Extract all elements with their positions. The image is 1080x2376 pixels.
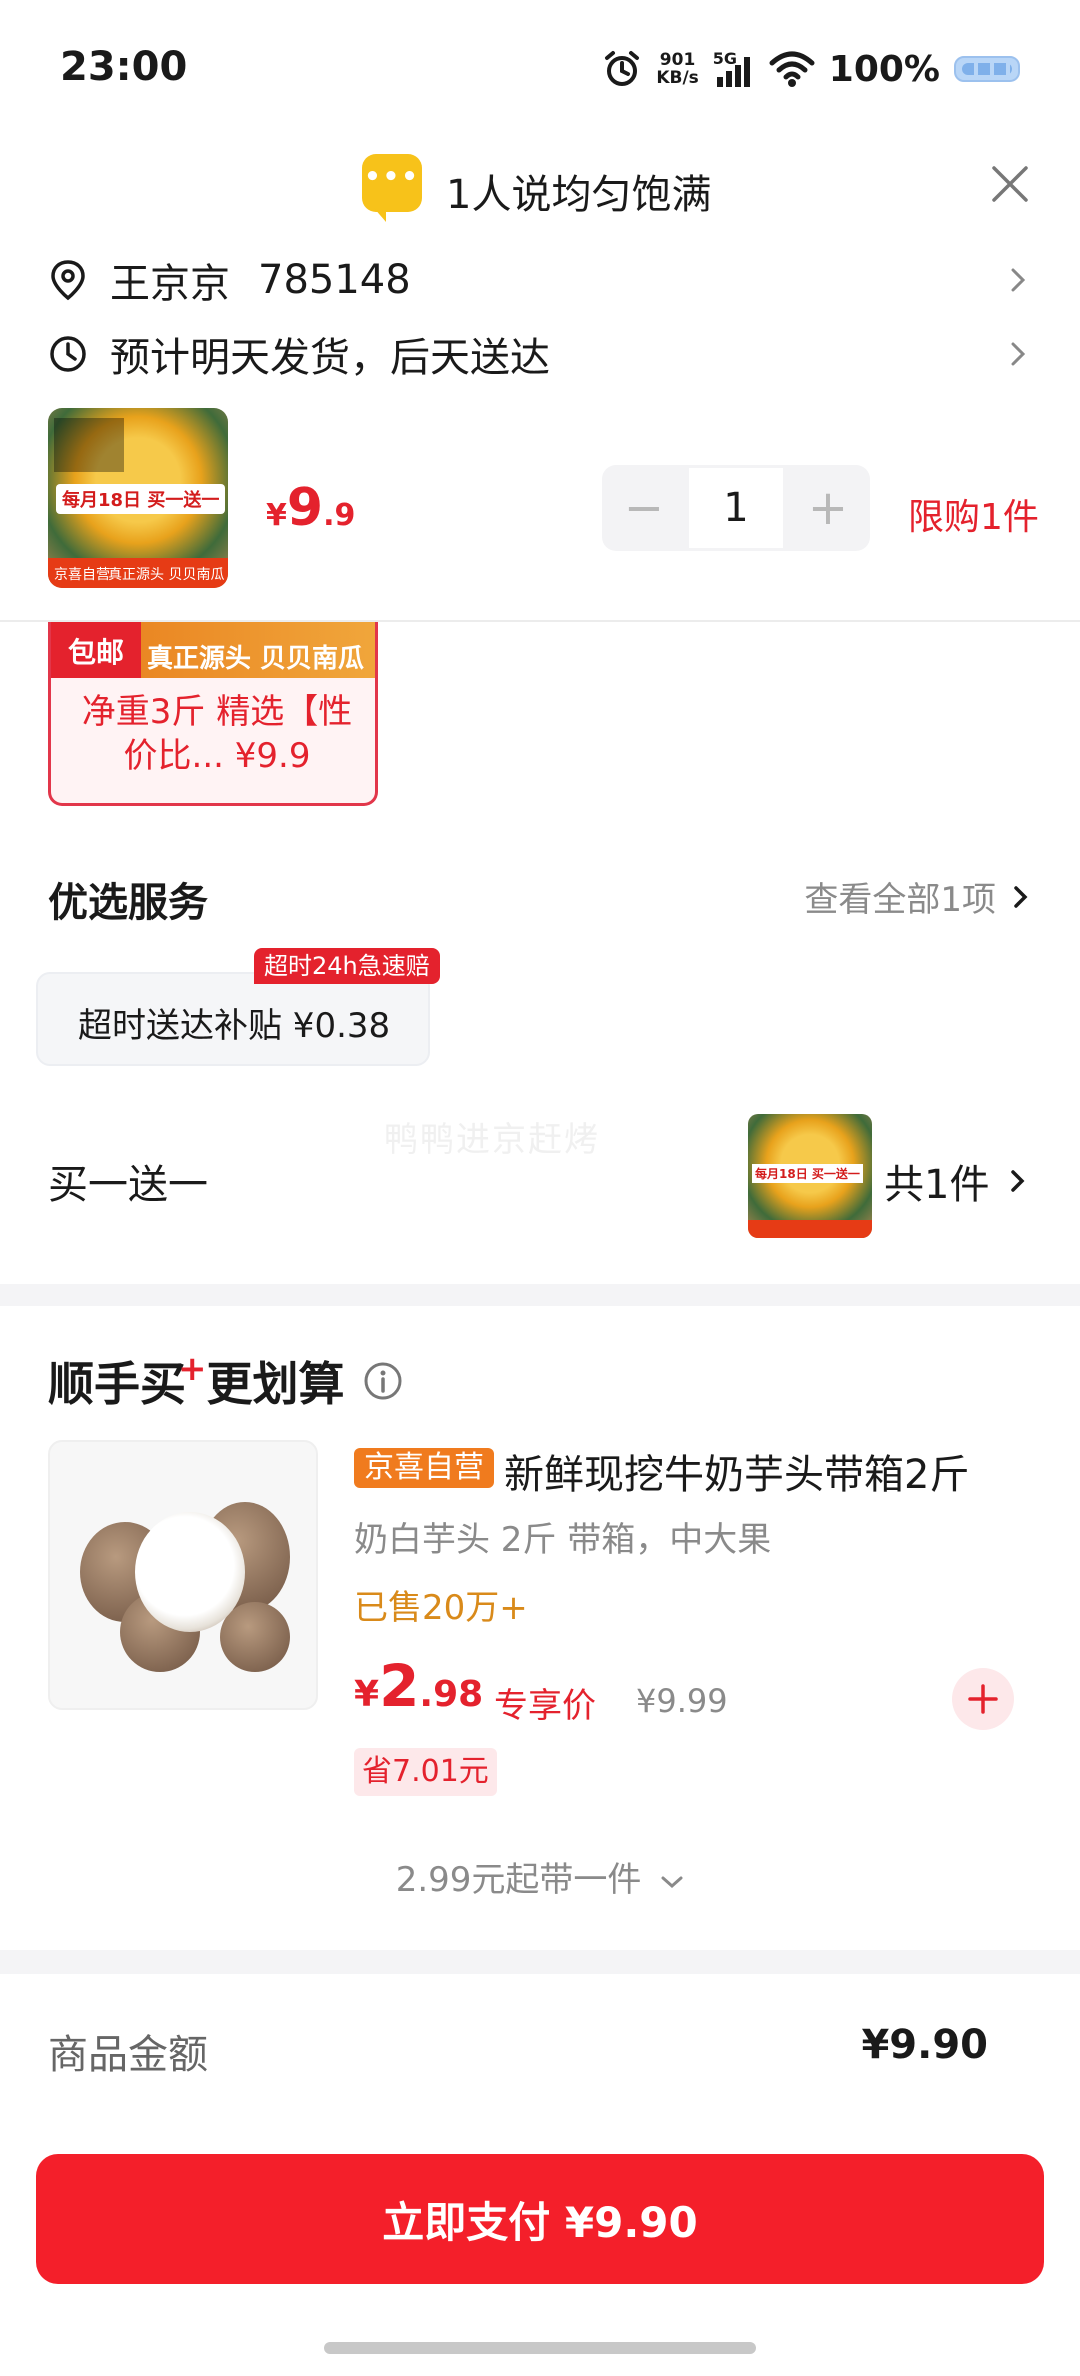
net-speed: 901 KB/s [656,50,699,88]
pay-now-button[interactable]: 立即支付 ¥9.90 [36,2154,1044,2284]
addon-title: 顺手买+更划算 [48,1348,403,1414]
watermark: 鸭鸭进京赶烤 [384,1120,600,1160]
thumb-bottom-band: 京喜自营 真正源头 贝贝南瓜 [48,558,228,588]
addon-price: ¥2.98 [354,1652,484,1720]
product-card[interactable]: 包邮 真正源头 贝贝南瓜 净重3斤 精选【性价比... ¥9.9 [48,622,378,806]
address-code: 785148 [258,257,411,303]
total-label: 商品金额 [48,2032,208,2078]
more-addons-toggle[interactable]: 2.99元起带一件 [0,1852,1080,1901]
addon-product-name[interactable]: 新鲜现挖牛奶芋头带箱2斤 [504,1442,969,1500]
bogo-count[interactable]: 共1件 [884,1152,1029,1210]
service-badge: 超时24h急速赔 [254,948,440,984]
status-icons: 901 KB/s 5G 100% [602,44,1020,94]
savings-tag: 省7.01元 [354,1748,497,1796]
thumb-promo: 每月18日 买一送一 [56,484,226,514]
chevron-right-icon [1014,885,1028,908]
quantity-stepper: − 1 + [602,465,870,551]
quantity-value[interactable]: 1 [686,465,786,551]
chevron-right-icon [1011,268,1026,292]
exclusive-price-label: 专享价 [494,1686,596,1726]
free-shipping-badge: 包邮 [51,622,141,678]
purchase-limit: 限购1件 [908,497,1039,538]
battery-percent: 100% [828,48,940,90]
product-price: ¥9.9 [266,478,356,538]
services-title: 优选服务 [48,880,208,926]
delivery-text: 预计明天发货，后天送达 [110,335,550,381]
review-banner: 1人说均匀饱满 [0,140,1080,236]
section-divider [0,1950,1080,1974]
status-time: 23:00 [60,44,188,90]
card-band: 真正源头 贝贝南瓜 [147,644,365,674]
addon-product-spec: 奶白芋头 2斤 带箱，中大果 [354,1520,772,1560]
card-image: 包邮 真正源头 贝贝南瓜 [51,622,375,678]
bogo-title: 买一送一 [48,1162,208,1208]
see-all-services[interactable]: 查看全部1项 [804,872,1032,921]
service-chip[interactable]: 超时送达补贴 ¥0.38 [36,972,430,1066]
wifi-icon [769,51,815,87]
product-thumbnail[interactable]: 每月18日 买一送一 京喜自营 真正源头 贝贝南瓜 [48,408,228,588]
card-description: 净重3斤 精选【性价比... ¥9.9 [81,692,353,776]
chevron-down-icon [661,1876,683,1888]
total-value: ¥9.90 [861,2022,988,2068]
location-pin-icon [51,260,85,301]
increase-button[interactable]: + [786,465,870,551]
section-divider [0,1284,1080,1306]
addon-product-image[interactable] [48,1440,318,1710]
chevron-right-icon [1011,342,1026,366]
alarm-icon [605,51,640,86]
self-operated-badge: 京喜自营 [354,1448,494,1488]
chat-bubble-icon [362,154,422,222]
addon-sold-count: 已售20万+ [354,1588,528,1628]
delivery-row[interactable]: 预计明天发货，后天送达 [48,322,1032,386]
signal-icon: 5G [713,49,755,89]
home-indicator[interactable] [324,2342,756,2354]
battery-icon [954,56,1020,82]
thumb-badge [54,418,124,472]
add-to-order-button[interactable] [952,1668,1014,1730]
plus-icon [968,1684,998,1714]
bogo-thumbnail[interactable]: 每月18日 买一送一 [748,1114,872,1238]
total-row: 商品金额 ¥9.90 [0,1974,1080,2100]
info-icon[interactable] [363,1361,403,1401]
close-icon[interactable] [988,162,1032,206]
status-bar: 23:00 901 KB/s 5G 100% [0,0,1080,140]
review-text: 1人说均匀饱满 [446,172,712,218]
chevron-right-icon [1011,1170,1025,1192]
original-price: ¥9.99 [636,1682,728,1720]
decrease-button[interactable]: − [602,465,686,551]
product-row: 每月18日 买一送一 京喜自营 真正源头 贝贝南瓜 ¥9.9 − 1 + 限购1… [0,400,1080,622]
clock-icon [50,336,86,372]
service-label: 超时送达补贴 ¥0.38 [78,1006,391,1046]
address-row[interactable]: 王京京 785148 [48,248,1032,312]
address-name: 王京京 [110,261,230,307]
